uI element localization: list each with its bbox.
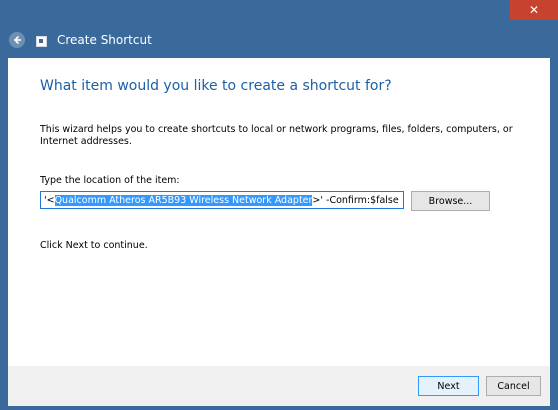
title-bar: Create Shortcut [0, 22, 558, 58]
page-heading: What item would you like to create a sho… [40, 78, 392, 94]
location-suffix: >' -Confirm:$false [312, 195, 399, 206]
location-input[interactable]: '<Qualcomm Atheros AR5B93 Wireless Netwo… [40, 191, 404, 209]
location-prefix: '< [44, 195, 55, 206]
shortcut-app-icon [36, 36, 47, 47]
wizard-content: What item would you like to create a sho… [8, 58, 550, 366]
browse-button[interactable]: Browse... [411, 191, 490, 211]
window-title: Create Shortcut [57, 33, 152, 47]
cancel-button[interactable]: Cancel [486, 376, 541, 396]
wizard-description: This wizard helps you to create shortcut… [40, 124, 513, 147]
create-shortcut-window: ✕ Create Shortcut What item would you li… [0, 0, 558, 410]
continue-hint: Click Next to continue. [40, 240, 148, 251]
close-button[interactable]: ✕ [510, 0, 558, 20]
close-icon: ✕ [528, 3, 540, 17]
back-button[interactable] [9, 32, 25, 48]
location-selected-text: Qualcomm Atheros AR5B93 Wireless Network… [54, 195, 313, 206]
wizard-footer: Next Cancel [8, 366, 550, 406]
back-arrow-icon [13, 35, 21, 45]
location-label: Type the location of the item: [40, 175, 180, 186]
next-button[interactable]: Next [418, 376, 479, 396]
